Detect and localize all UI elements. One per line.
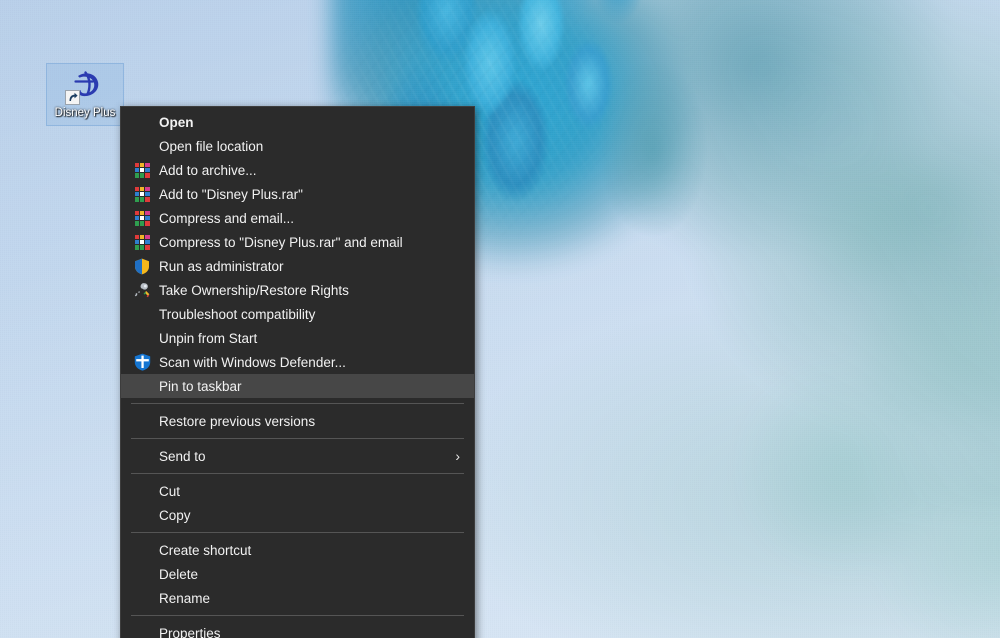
menu-item-pin-to-taskbar[interactable]: Pin to taskbar: [121, 374, 474, 398]
menu-item-label: Copy: [159, 507, 191, 523]
menu-item-delete[interactable]: Delete: [121, 562, 474, 586]
menu-item-label: Restore previous versions: [159, 413, 316, 429]
menu-item-label: Create shortcut: [159, 542, 252, 558]
menu-item-label: Send to: [159, 448, 206, 464]
winrar-icon: [129, 233, 155, 251]
no-icon-spacer: [129, 624, 155, 638]
context-menu[interactable]: Open Open file location Add to archive... A…: [120, 106, 475, 638]
no-icon-spacer: [129, 541, 155, 559]
winrar-icon: [129, 161, 155, 179]
menu-item-label: Open: [159, 114, 194, 130]
uac-shield-icon: [129, 257, 155, 275]
menu-item-label: Take Ownership/Restore Rights: [159, 282, 349, 298]
menu-item-add-to-disney-plusrar[interactable]: Add to "Disney Plus.rar": [121, 182, 474, 206]
menu-item-cut[interactable]: Cut: [121, 479, 474, 503]
menu-item-rename[interactable]: Rename: [121, 586, 474, 610]
menu-item-send-to[interactable]: Send to ›: [121, 444, 474, 468]
shortcut-arrow-badge: [65, 90, 80, 105]
no-icon-spacer: [129, 565, 155, 583]
chevron-right-icon: ›: [455, 448, 460, 464]
no-icon-spacer: [129, 447, 155, 465]
no-icon-spacer: [129, 137, 155, 155]
menu-item-unpin-from-start[interactable]: Unpin from Start: [121, 326, 474, 350]
menu-item-label: Add to archive...: [159, 162, 257, 178]
no-icon-spacer: [129, 482, 155, 500]
menu-item-label: Pin to taskbar: [159, 378, 242, 394]
menu-item-open-file-location[interactable]: Open file location: [121, 134, 474, 158]
no-icon-spacer: [129, 305, 155, 323]
menu-separator: [131, 403, 464, 404]
no-icon-spacer: [129, 377, 155, 395]
menu-item-compress-to-disney-plusrar-and-email[interactable]: Compress to "Disney Plus.rar" and email: [121, 230, 474, 254]
no-icon-spacer: [129, 412, 155, 430]
windows-defender-icon: [129, 353, 155, 371]
winrar-icon: [129, 209, 155, 227]
menu-item-copy[interactable]: Copy: [121, 503, 474, 527]
no-icon-spacer: [129, 589, 155, 607]
menu-item-label: Add to "Disney Plus.rar": [159, 186, 303, 202]
menu-separator: [131, 532, 464, 533]
desktop[interactable]: Disney Plus Open Open file location Add to…: [0, 0, 1000, 638]
menu-item-properties[interactable]: Properties: [121, 621, 474, 638]
menu-item-label: Properties: [159, 625, 221, 638]
menu-item-open[interactable]: Open: [121, 110, 474, 134]
menu-item-label: Scan with Windows Defender...: [159, 354, 346, 370]
menu-item-troubleshoot-compatibility[interactable]: Troubleshoot compatibility: [121, 302, 474, 326]
menu-item-restore-previous-versions[interactable]: Restore previous versions: [121, 409, 474, 433]
menu-item-label: Cut: [159, 483, 181, 499]
menu-item-label: Compress and email...: [159, 210, 295, 226]
desktop-icon-label: Disney Plus: [54, 107, 116, 119]
desktop-icon-disney-plus[interactable]: Disney Plus: [46, 63, 124, 126]
menu-item-label: Unpin from Start: [159, 330, 258, 346]
no-icon-spacer: [129, 506, 155, 524]
menu-separator: [131, 615, 464, 616]
menu-item-label: Troubleshoot compatibility: [159, 306, 316, 322]
menu-item-label: Compress to "Disney Plus.rar" and email: [159, 234, 403, 250]
menu-item-label: Delete: [159, 566, 199, 582]
disney-plus-icon: [65, 68, 105, 106]
no-icon-spacer: [129, 113, 155, 131]
menu-item-label: Open file location: [159, 138, 264, 154]
menu-item-run-as-administrator[interactable]: Run as administrator: [121, 254, 474, 278]
menu-item-compress-and-email[interactable]: Compress and email...: [121, 206, 474, 230]
menu-item-label: Run as administrator: [159, 258, 284, 274]
menu-separator: [131, 473, 464, 474]
menu-item-create-shortcut[interactable]: Create shortcut: [121, 538, 474, 562]
winrar-icon: [129, 185, 155, 203]
menu-item-label: Rename: [159, 590, 211, 606]
menu-item-scan-with-windows-defender[interactable]: Scan with Windows Defender...: [121, 350, 474, 374]
menu-separator: [131, 438, 464, 439]
menu-item-take-ownership-restore-rights[interactable]: Take Ownership/Restore Rights: [121, 278, 474, 302]
shortcut-arrow-icon: [69, 92, 78, 101]
no-icon-spacer: [129, 329, 155, 347]
menu-item-add-to-archive[interactable]: Add to archive...: [121, 158, 474, 182]
key-tools-icon: [129, 281, 155, 299]
